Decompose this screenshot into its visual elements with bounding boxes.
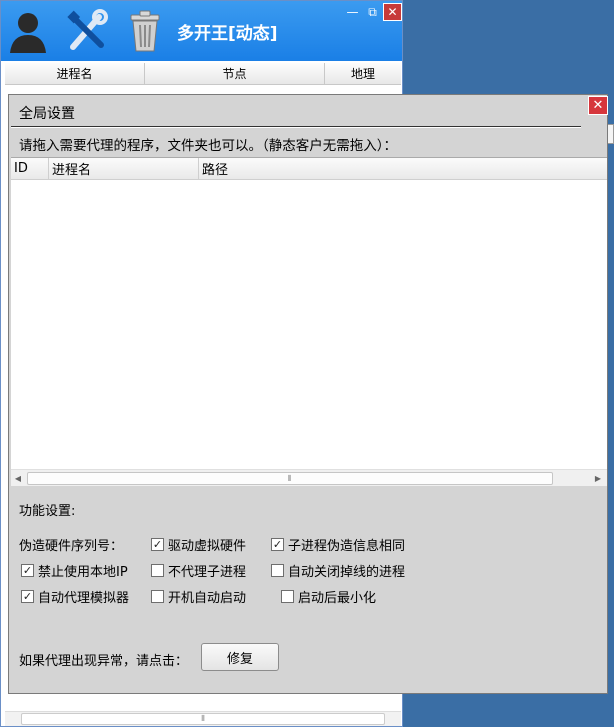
main-scroll-thumb[interactable]: ⦀ [21, 713, 385, 725]
column-header-process[interactable]: 进程名 [5, 63, 145, 84]
option-driver-virtual-hardware[interactable]: ✓ 驱动虚拟硬件 [151, 535, 246, 554]
close-icon[interactable]: ✕ [383, 3, 402, 21]
main-list-header: 进程名 节点 地理 [5, 63, 401, 85]
checkbox[interactable] [271, 564, 284, 577]
checkbox[interactable] [151, 564, 164, 577]
column-header-process-name[interactable]: 进程名 [49, 158, 199, 179]
checkbox[interactable] [151, 590, 164, 603]
scroll-right-icon[interactable]: ▶ [591, 470, 605, 486]
option-minimize-on-start[interactable]: 启动后最小化 [281, 587, 376, 606]
checkbox[interactable]: ✓ [21, 590, 34, 603]
column-header-path[interactable]: 路径 [199, 158, 607, 179]
checkbox[interactable] [281, 590, 294, 603]
user-icon[interactable] [6, 9, 50, 53]
option-block-local-ip[interactable]: ✓ 禁止使用本地IP [21, 561, 128, 580]
main-horizontal-scrollbar[interactable]: ⦀ [5, 711, 401, 726]
repair-button[interactable]: 修复 [201, 643, 279, 671]
main-titlebar[interactable]: 多开王[动态] — ⧉ ✕ [1, 1, 402, 61]
dialog-close-icon[interactable]: ✕ [588, 96, 608, 115]
spoof-hardware-label: 伪造硬件序列号： [19, 539, 124, 554]
feature-settings-label: 功能设置: [19, 504, 76, 519]
list-horizontal-scrollbar[interactable]: ◀ ⦀ ▶ [11, 469, 607, 486]
option-auto-proxy-emulator[interactable]: ✓ 自动代理模拟器 [21, 587, 129, 606]
scroll-thumb[interactable]: ⦀ [27, 472, 553, 485]
dialog-title: 全局设置 [19, 106, 75, 122]
title-divider [11, 126, 581, 128]
trash-icon[interactable] [123, 9, 167, 53]
tools-icon[interactable] [65, 9, 109, 53]
process-drop-list[interactable]: ID 进程名 路径 ◀ ⦀ ▶ [11, 157, 607, 486]
option-no-proxy-child[interactable]: 不代理子进程 [151, 561, 246, 580]
process-list-header: ID 进程名 路径 [11, 158, 607, 180]
option-auto-close-offline[interactable]: 自动关闭掉线的进程 [271, 561, 405, 580]
column-header-node[interactable]: 节点 [145, 63, 325, 84]
checkbox[interactable]: ✓ [21, 564, 34, 577]
option-child-same-spoof[interactable]: ✓ 子进程伪造信息相同 [271, 535, 405, 554]
option-start-on-boot[interactable]: 开机自动启动 [151, 587, 246, 606]
column-header-id[interactable]: ID [11, 158, 49, 179]
drop-instruction: 请拖入需要代理的程序，文件夹也可以。（静态客户无需拖入）： [19, 138, 397, 154]
global-settings-dialog: 全局设置 ✕ 请拖入需要代理的程序，文件夹也可以。（静态客户无需拖入）： ID … [8, 94, 608, 694]
checkbox[interactable]: ✓ [151, 538, 164, 551]
app-title: 多开王[动态] [177, 24, 278, 44]
checkbox[interactable]: ✓ [271, 538, 284, 551]
restore-icon[interactable]: ⧉ [363, 3, 382, 21]
column-header-geo[interactable]: 地理 [325, 63, 401, 84]
scroll-left-icon[interactable]: ◀ [11, 470, 25, 486]
repair-hint: 如果代理出现异常，请点击： [19, 654, 189, 669]
minimize-icon[interactable]: — [343, 3, 362, 21]
